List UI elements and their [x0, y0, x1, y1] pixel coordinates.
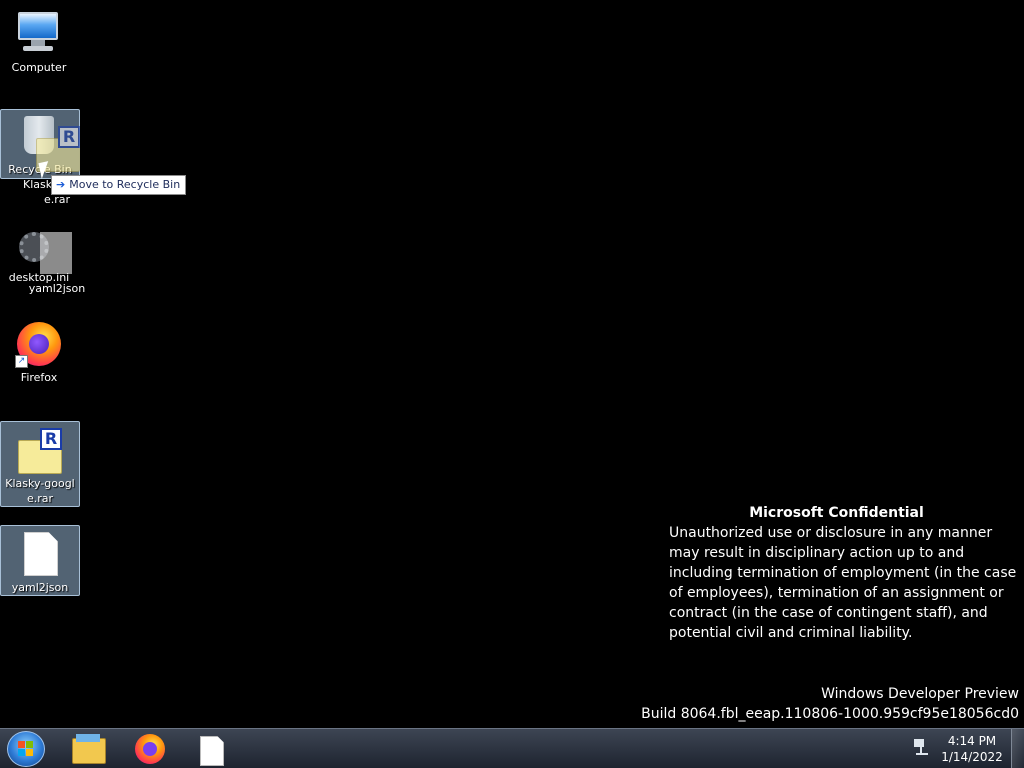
firefox-icon: ↗ — [15, 320, 63, 368]
confidential-body: Unauthorized use or disclosure in any ma… — [669, 525, 1017, 641]
clock-date: 1/14/2022 — [941, 750, 1003, 764]
drag-ghost-file-icon — [40, 232, 76, 276]
desktop-icon-computer[interactable]: Computer — [0, 6, 78, 75]
desktop-icon-label: yaml2json — [11, 581, 69, 594]
taskbar-yaml2json[interactable] — [186, 732, 238, 766]
taskbar: 4:14 PM 1/14/2022 — [0, 728, 1024, 768]
blank-file-icon — [200, 736, 224, 766]
drag-ghost-file-label: yaml2json — [28, 282, 86, 295]
desktop-icon-label: Firefox — [20, 371, 58, 384]
confidential-title: Microsoft Confidential — [749, 505, 924, 521]
taskbar-firefox[interactable] — [125, 732, 177, 766]
confidential-notice: Microsoft Confidential Unauthorized use … — [669, 503, 1019, 643]
taskbar-file-explorer[interactable] — [62, 732, 114, 766]
desktop-icon-label: Computer — [11, 61, 67, 74]
network-icon[interactable] — [914, 739, 930, 757]
drag-tooltip-text: Move to Recycle Bin — [69, 178, 181, 191]
system-clock[interactable]: 4:14 PM 1/14/2022 — [940, 733, 1004, 765]
blank-file-icon — [16, 530, 64, 578]
clock-time: 4:14 PM — [947, 734, 997, 748]
rar-archive-icon: R — [16, 426, 64, 474]
drag-tooltip: ➔ Move to Recycle Bin — [51, 175, 187, 195]
desktop-icon-yaml2json[interactable]: yaml2json — [0, 525, 80, 596]
desktop-icon-firefox[interactable]: ↗ Firefox — [0, 316, 78, 385]
move-arrow-icon: ➔ — [56, 178, 66, 191]
shortcut-arrow-icon: ↗ — [15, 355, 28, 368]
build-text: Build 8064.fbl_eeap.110806-1000.959cf95e… — [641, 706, 1019, 722]
edition-text: Windows Developer Preview — [821, 686, 1019, 702]
start-button[interactable] — [7, 731, 45, 767]
firefox-icon — [135, 734, 165, 764]
computer-icon — [15, 10, 63, 58]
windows-logo-icon — [18, 741, 34, 757]
build-info: Windows Developer Preview Build 8064.fbl… — [641, 684, 1019, 724]
desktop-icon-label: Klasky-googl e.rar — [5, 477, 75, 505]
show-desktop-button[interactable] — [1011, 729, 1024, 768]
desktop-icon-klasky-rar[interactable]: R Klasky-googl e.rar — [0, 421, 80, 507]
